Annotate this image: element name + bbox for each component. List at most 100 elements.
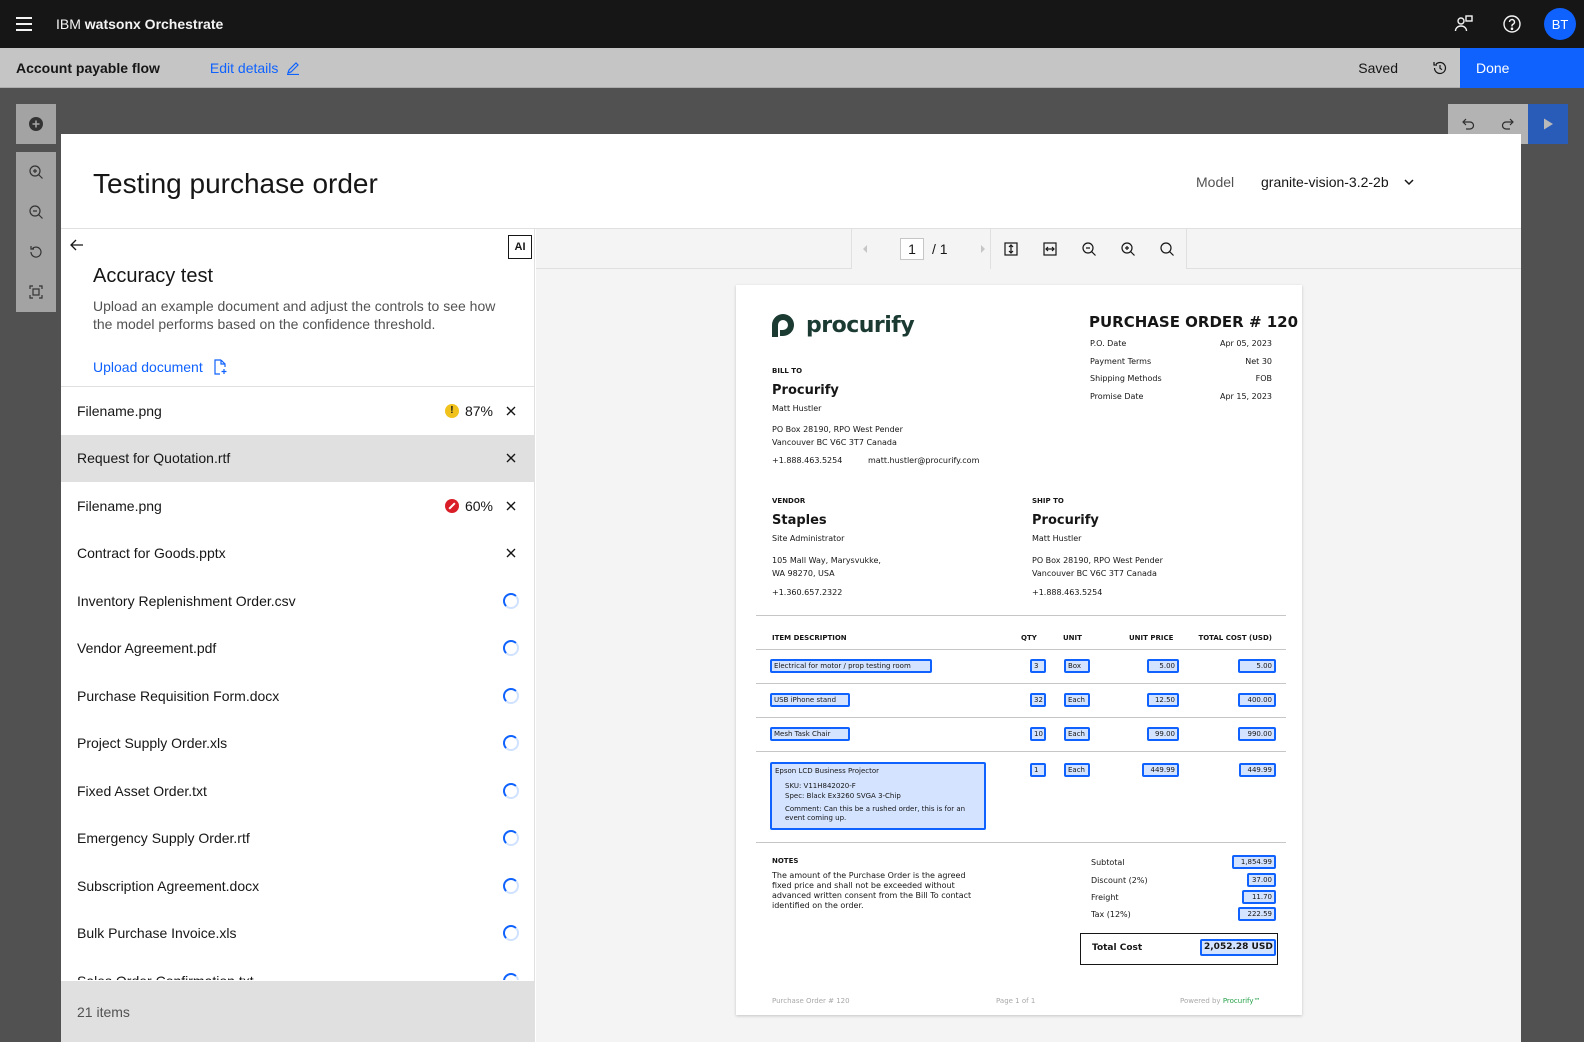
item-total-cost[interactable]: 5.00	[1238, 659, 1276, 673]
product-name[interactable]: IBM watsonx Orchestrate	[56, 16, 223, 32]
item-unit-price[interactable]: 449.99	[1142, 763, 1179, 777]
loading-spinner-icon	[503, 640, 519, 657]
file-list-item[interactable]: Subscription Agreement.docx	[61, 862, 535, 910]
fit-to-screen-icon[interactable]	[16, 272, 56, 312]
edit-details-link[interactable]: Edit details	[210, 60, 300, 76]
file-list-item[interactable]: Fixed Asset Order.txt	[61, 767, 535, 815]
file-list-item[interactable]: Request for Quotation.rtf	[61, 434, 535, 482]
item-unit-price[interactable]: 5.00	[1147, 659, 1179, 673]
item-description[interactable]: Electrical for motor / prop testing room	[770, 659, 932, 673]
file-list-item[interactable]: Filename.png 60%	[61, 482, 535, 530]
warning-icon: !	[444, 403, 459, 418]
top-header: IBM watsonx Orchestrate BT	[0, 0, 1584, 48]
item-qty[interactable]: 10	[1030, 727, 1046, 741]
po-meta-key: Shipping Methods	[1090, 374, 1162, 383]
file-list-item[interactable]: Inventory Replenishment Order.csv	[61, 577, 535, 625]
ship-to-contact: Matt Hustler	[1032, 534, 1082, 543]
canvas-zoom-controls	[16, 152, 56, 312]
help-icon[interactable]	[1488, 0, 1536, 48]
file-list-item[interactable]: Vendor Agreement.pdf	[61, 625, 535, 673]
run-icon[interactable]	[1528, 104, 1568, 144]
file-name: Filename.png	[77, 497, 162, 514]
item-total-cost[interactable]: 990.00	[1238, 727, 1276, 741]
item-unit[interactable]: Each	[1064, 763, 1090, 777]
item-qty[interactable]: 1	[1030, 763, 1046, 777]
file-list-item[interactable]: Purchase Requisition Form.docx	[61, 672, 535, 720]
panel-title: Accuracy test	[93, 265, 214, 287]
items-end-divider	[756, 842, 1286, 843]
file-list-item[interactable]: Project Supply Order.xls	[61, 720, 535, 768]
search-icon[interactable]	[1147, 229, 1186, 269]
po-meta-row: P.O. Date Apr 05, 2023	[1090, 339, 1272, 348]
confidence-value: 87%	[464, 402, 493, 419]
powered-by-brand: Procurify™	[1222, 997, 1261, 1005]
file-list-item[interactable]: Contract for Goods.pptx	[61, 530, 535, 578]
item-qty[interactable]: 32	[1030, 693, 1046, 707]
item-qty[interactable]: 3	[1030, 659, 1046, 673]
item-unit[interactable]: Box	[1064, 659, 1090, 673]
total-row-label: Freight	[1091, 893, 1119, 902]
total-row-value[interactable]: 37.00	[1247, 873, 1276, 887]
vendor-label: VENDOR	[772, 497, 806, 505]
upload-document-link[interactable]: Upload document	[93, 359, 227, 375]
ai-badge[interactable]: AI	[508, 235, 532, 259]
zoom-out-icon[interactable]	[16, 192, 56, 232]
total-row-value[interactable]: 1,854.99	[1232, 855, 1276, 869]
done-button[interactable]: Done	[1460, 48, 1584, 88]
section-divider	[756, 615, 1286, 616]
remove-file-icon[interactable]	[503, 545, 519, 561]
user-feedback-icon[interactable]	[1440, 0, 1488, 48]
zoom-controls	[990, 229, 1187, 269]
item-unit[interactable]: Each	[1064, 727, 1090, 741]
panel-description: Upload an example document and adjust th…	[93, 298, 496, 332]
item-unit-price[interactable]: 12.50	[1147, 693, 1179, 707]
po-meta-value: Apr 15, 2023	[1219, 391, 1272, 401]
item-row-divider	[756, 751, 1286, 752]
loading-spinner-icon	[503, 877, 519, 894]
file-list-item[interactable]: Filename.png! 87%	[61, 387, 535, 435]
file-name: Purchase Requisition Form.docx	[77, 687, 280, 704]
zoom-in-icon[interactable]	[1108, 229, 1147, 269]
total-cost-value[interactable]: 2,052.28 USD	[1200, 939, 1276, 956]
file-name: Project Supply Order.xls	[77, 735, 228, 752]
po-meta-value: Apr 05, 2023	[1219, 339, 1272, 348]
ship-to-phone: +1.888.463.5254	[1032, 588, 1103, 597]
remove-file-icon[interactable]	[503, 498, 519, 514]
model-dropdown[interactable]: granite-vision-3.2-2b	[1261, 174, 1415, 190]
total-row-value[interactable]: 11.70	[1242, 890, 1276, 904]
fit-height-icon[interactable]	[991, 229, 1030, 269]
zoom-in-icon[interactable]	[16, 152, 56, 192]
loading-spinner-icon	[503, 592, 519, 609]
user-avatar[interactable]: BT	[1544, 8, 1576, 40]
item-unit[interactable]: Each	[1064, 693, 1090, 707]
item-unit-price[interactable]: 99.00	[1147, 727, 1179, 741]
col-total-cost: TOTAL COST (USD)	[1198, 634, 1272, 642]
file-list-item[interactable]: Sales Order Confirmation.txt	[61, 957, 535, 980]
file-name: Request for Quotation.rtf	[77, 450, 231, 467]
item-description[interactable]: USB iPhone stand	[770, 693, 850, 707]
remove-file-icon[interactable]	[503, 450, 519, 466]
bill-to-email: matt.hustler@procurify.com	[868, 456, 980, 465]
reset-zoom-icon[interactable]	[16, 232, 56, 272]
add-node-button[interactable]	[16, 104, 56, 144]
next-page-icon[interactable]	[978, 244, 988, 254]
back-arrow-icon[interactable]	[69, 237, 85, 253]
item-4-sku: SKU: V11H842020-F	[785, 782, 856, 790]
notes-text: The amount of the Purchase Order is the …	[772, 871, 972, 910]
zoom-out-icon[interactable]	[1069, 229, 1108, 269]
page-number-input[interactable]: 1	[900, 238, 924, 260]
file-list-item[interactable]: Emergency Supply Order.rtf	[61, 815, 535, 863]
fit-width-icon[interactable]	[1030, 229, 1069, 269]
item-description[interactable]: Mesh Task Chair	[770, 727, 850, 741]
total-row-value[interactable]: 222.59	[1238, 907, 1276, 921]
remove-file-icon[interactable]	[503, 403, 519, 419]
previous-page-icon[interactable]	[860, 244, 870, 254]
brand-name: watsonx Orchestrate	[84, 16, 224, 32]
ship-to-company: Procurify	[1032, 513, 1099, 528]
item-4-description-box[interactable]: Epson LCD Business Projector SKU: V11H84…	[770, 762, 986, 830]
version-history-icon[interactable]	[1420, 48, 1460, 88]
item-total-cost[interactable]: 400.00	[1238, 693, 1276, 707]
item-total-cost[interactable]: 449.99	[1239, 763, 1276, 777]
hamburger-menu-icon[interactable]	[0, 0, 48, 48]
file-list-item[interactable]: Bulk Purchase Invoice.xls	[61, 910, 535, 958]
